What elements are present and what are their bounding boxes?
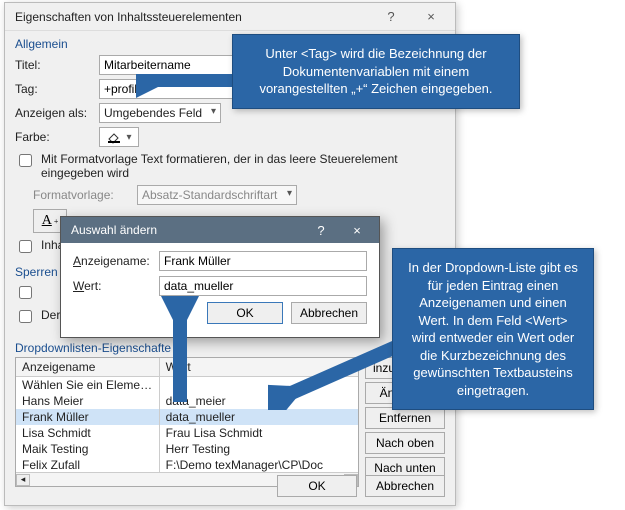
inhalt-checkbox[interactable] xyxy=(19,240,32,253)
cell-wert: F:\Demo texManager\CP\Doc xyxy=(160,457,358,472)
arrow-to-tag-icon xyxy=(136,74,244,108)
modal-titlebar: Auswahl ändern ? × xyxy=(61,217,379,243)
col-header-anzeigename[interactable]: Anzeigename xyxy=(16,358,160,376)
table-row[interactable]: Frank Müllerdata_mueller xyxy=(16,409,358,425)
cell-anzeigename: Lisa Schmidt xyxy=(16,425,160,441)
help-button[interactable]: ? xyxy=(371,5,411,29)
edit-selection-dialog: Auswahl ändern ? × Anzeigename: Wert: OK… xyxy=(60,216,380,338)
scroll-left-button[interactable]: ◂ xyxy=(16,474,30,486)
ok-button[interactable]: OK xyxy=(277,475,357,497)
modal-anzeigename-label-rest: nzeigename: xyxy=(81,254,150,268)
modal-help-button[interactable]: ? xyxy=(303,219,339,241)
cell-anzeigename: Hans Meier xyxy=(16,393,160,409)
cell-anzeigename: Maik Testing xyxy=(16,441,160,457)
anzeigen-als-label: Anzeigen als: xyxy=(15,106,93,120)
farbe-label: Farbe: xyxy=(15,130,93,144)
arrow-to-wert-icon xyxy=(160,296,200,408)
modal-cancel-button[interactable]: Abbrechen xyxy=(291,302,367,324)
anzeigen-als-value: Umgebendes Feld xyxy=(104,106,202,120)
arrow-to-row-icon xyxy=(268,338,408,410)
chevron-down-icon: ▾ xyxy=(126,132,131,143)
modal-wert-input[interactable] xyxy=(159,276,367,296)
modal-ok-button[interactable]: OK xyxy=(207,302,283,324)
table-row[interactable]: Lisa SchmidtFrau Lisa Schmidt xyxy=(16,425,358,441)
dialog-title: Eigenschaften von Inhaltssteuerelementen xyxy=(15,10,371,24)
table-row[interactable]: Felix ZufallF:\Demo texManager\CP\Doc xyxy=(16,457,358,472)
cell-anzeigename: Felix Zufall xyxy=(16,457,160,472)
move-up-button[interactable]: Nach oben xyxy=(365,432,445,454)
modal-anzeigename-label: Anzeigename: xyxy=(73,254,159,268)
table-row[interactable]: Maik TestingHerr Testing xyxy=(16,441,358,457)
format-with-style-label: Mit Formatvorlage Text formatieren, der … xyxy=(41,152,445,180)
modal-title: Auswahl ändern xyxy=(71,223,157,237)
der-checkbox[interactable] xyxy=(19,310,32,323)
cancel-button[interactable]: Abbrechen xyxy=(365,475,445,497)
cell-anzeigename: Frank Müller xyxy=(16,409,160,425)
tag-label: Tag: xyxy=(15,82,93,96)
format-with-style-checkbox[interactable] xyxy=(19,154,32,167)
callout-tag-hint: Unter <Tag> wird die Bezeichnung der Dok… xyxy=(232,34,520,109)
sperren-label-1 xyxy=(41,284,44,298)
modal-wert-label: Wert: xyxy=(73,279,159,293)
modal-anzeigename-input[interactable] xyxy=(159,251,367,271)
cell-wert: Herr Testing xyxy=(160,441,358,457)
modal-close-button[interactable]: × xyxy=(339,219,375,241)
formatvorlage-value: Absatz-Standardschriftart xyxy=(142,188,277,202)
sperren-checkbox-1[interactable] xyxy=(19,286,32,299)
farbe-picker[interactable]: ▾ xyxy=(99,127,139,147)
modal-wert-label-rest: ert: xyxy=(84,279,101,293)
close-button[interactable]: × xyxy=(411,5,451,29)
titel-label: Titel: xyxy=(15,58,93,72)
style-sample-icon: A xyxy=(42,213,52,229)
fill-bucket-icon xyxy=(106,130,122,144)
dialog-footer: OK Abbrechen xyxy=(277,475,445,497)
formatvorlage-select: Absatz-Standardschriftart xyxy=(137,185,297,205)
cell-wert: Frau Lisa Schmidt xyxy=(160,425,358,441)
cell-wert: data_mueller xyxy=(160,409,358,425)
titlebar: Eigenschaften von Inhaltssteuerelementen… xyxy=(5,3,455,31)
formatvorlage-label: Formatvorlage: xyxy=(33,188,131,202)
cell-anzeigename: Wählen Sie ein Element aus. xyxy=(16,377,160,393)
callout-dropdown-hint: In der Dropdown-Liste gibt es für jeden … xyxy=(392,248,594,410)
